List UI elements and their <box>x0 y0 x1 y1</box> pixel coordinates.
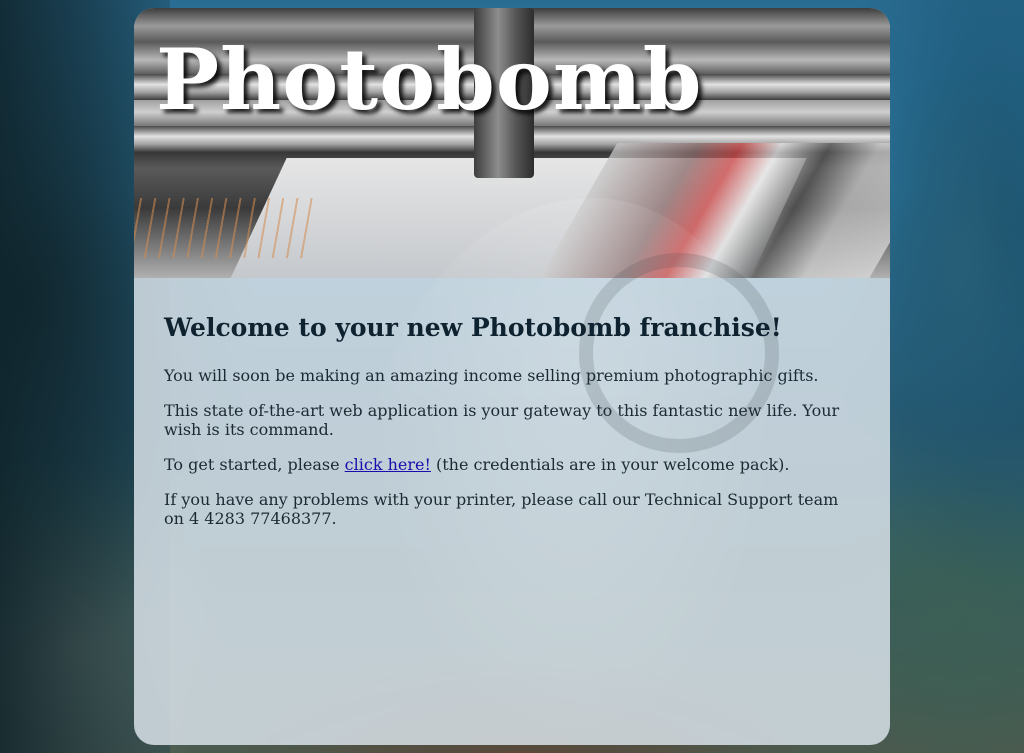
get-started-paragraph: To get started, please click here! (the … <box>164 455 854 474</box>
background-photo-right <box>874 80 1024 600</box>
main-card: Photobomb Welcome to your new Photobomb … <box>134 8 890 745</box>
welcome-heading: Welcome to your new Photobomb franchise! <box>164 313 782 342</box>
welcome-content: Welcome to your new Photobomb franchise!… <box>164 313 854 544</box>
site-title: Photobomb <box>156 30 703 129</box>
get-started-suffix: (the credentials are in your welcome pac… <box>430 455 790 474</box>
intro-paragraph: You will soon be making an amazing incom… <box>164 366 819 385</box>
printer-detail-image <box>134 198 314 258</box>
get-started-prefix: To get started, please <box>164 455 345 474</box>
app-description-paragraph: This state of-the-art web application is… <box>164 401 840 439</box>
support-paragraph: If you have any problems with your print… <box>164 490 839 528</box>
login-link[interactable]: click here! <box>345 455 431 474</box>
header-banner: Photobomb <box>134 8 890 278</box>
